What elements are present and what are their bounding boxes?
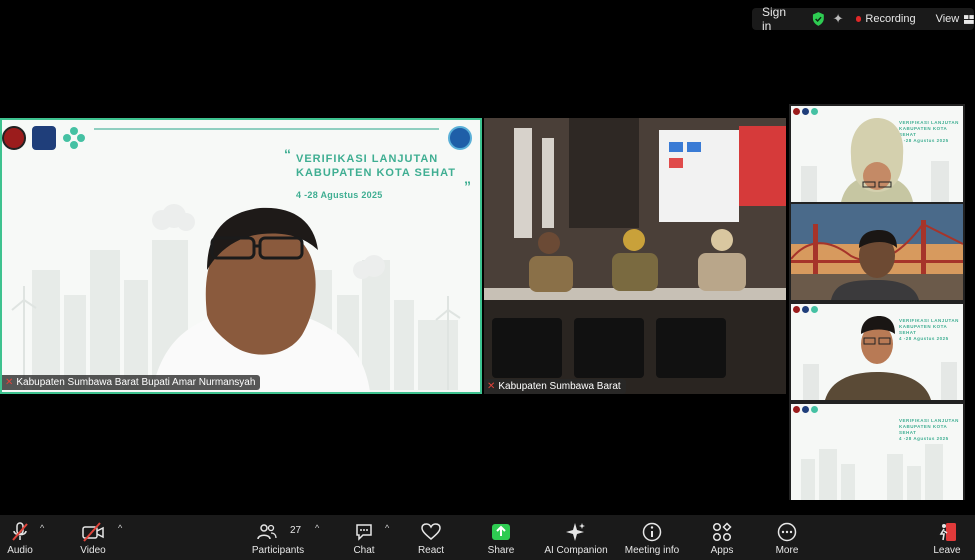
apps-button[interactable]: Apps: [706, 515, 738, 560]
share-button[interactable]: Share: [484, 515, 518, 560]
participants-options-chevron-up-icon[interactable]: ^: [315, 523, 319, 533]
view-button[interactable]: View: [936, 13, 960, 25]
empty-slide-video: [801, 444, 943, 500]
conference-room-video: [484, 118, 786, 394]
meeting-toolbar: Audio ^ Video ^ Participants 27 ^ Chat ^: [0, 515, 975, 560]
video-tile-conference-room[interactable]: ✕ Kabupaten Sumbawa Barat: [484, 118, 786, 394]
golden-gate-background-video: [791, 204, 963, 300]
video-tile-side-2[interactable]: [791, 204, 963, 300]
grid-view-icon[interactable]: [964, 14, 974, 24]
ai-sparkle-icon[interactable]: ✦: [833, 11, 844, 27]
open-quote-mark: “: [284, 146, 291, 162]
recording-dot-icon: [855, 16, 862, 22]
health-ministry-logo: [62, 126, 86, 150]
leave-door-icon: [939, 523, 956, 541]
participant-avatar-video: [801, 118, 949, 202]
video-options-chevron-up-icon[interactable]: ^: [118, 523, 122, 533]
muted-mic-icon: ✕: [487, 381, 496, 392]
participant-video: [803, 316, 957, 400]
sign-in-link[interactable]: Sign in: [762, 5, 798, 33]
regional-logo: [448, 126, 472, 150]
participant-gallery-strip: VERIFIKASI LANJUTAN KABUPATEN KOTA SEHAT 4…: [789, 104, 965, 500]
meeting-top-bar: Sign in ✦ Recording View: [752, 5, 974, 33]
slide-date: 4 -28 Agustus 2025: [296, 190, 383, 200]
close-quote-mark: ”: [464, 178, 471, 194]
government-emblem-logo: [2, 126, 26, 150]
video-tile-main-speaker[interactable]: “ VERIFIKASI LANJUTAN KABUPATEN KOTA SEH…: [0, 118, 482, 394]
chat-button[interactable]: Chat: [349, 515, 379, 560]
participants-count: 27: [290, 525, 302, 536]
audio-options-chevron-up-icon[interactable]: ^: [40, 523, 44, 533]
video-tile-side-3[interactable]: VERIFIKASI LANJUTAN KABUPATEN KOTA SEHAT 4…: [791, 304, 963, 400]
ai-companion-button[interactable]: AI Companion: [543, 515, 609, 560]
ministry-shield-logo: [32, 126, 56, 150]
heart-icon: [421, 523, 441, 540]
participants-button[interactable]: Participants: [250, 515, 306, 560]
more-dots-icon: [777, 522, 797, 542]
apps-icon: [712, 522, 732, 542]
video-off-icon: [82, 522, 104, 542]
participant-name-tag: ✕ Kabupaten Sumbawa Barat Bupati Amar Nu…: [2, 375, 261, 390]
chat-icon: [356, 524, 372, 541]
participant-name-tag: ✕ Kabupaten Sumbawa Barat: [484, 379, 626, 394]
react-button[interactable]: React: [414, 515, 448, 560]
video-tile-side-4[interactable]: VERIFIKASI LANJUTAN KABUPATEN KOTA SEHAT 4…: [791, 404, 963, 500]
muted-mic-icon: ✕: [5, 377, 14, 388]
ai-sparkle-icon: [566, 523, 585, 541]
leave-button[interactable]: Leave: [932, 515, 962, 560]
audio-button[interactable]: Audio: [5, 515, 35, 560]
video-button[interactable]: Video: [78, 515, 108, 560]
meeting-info-button[interactable]: Meeting info: [621, 515, 683, 560]
recording-indicator[interactable]: Recording: [865, 13, 915, 25]
slide-top-line: [94, 128, 439, 130]
participants-icon: [257, 524, 277, 540]
more-button[interactable]: More: [772, 515, 802, 560]
slide-title: VERIFIKASI LANJUTAN KABUPATEN KOTA SEHAT: [296, 153, 456, 179]
shield-check-icon[interactable]: [812, 12, 825, 26]
muted-mic-icon: [12, 522, 28, 541]
share-screen-icon: [492, 524, 510, 540]
info-icon: [642, 522, 662, 542]
video-tile-side-1[interactable]: VERIFIKASI LANJUTAN KABUPATEN KOTA SEHAT 4…: [791, 106, 963, 202]
chat-options-chevron-up-icon[interactable]: ^: [385, 523, 389, 533]
